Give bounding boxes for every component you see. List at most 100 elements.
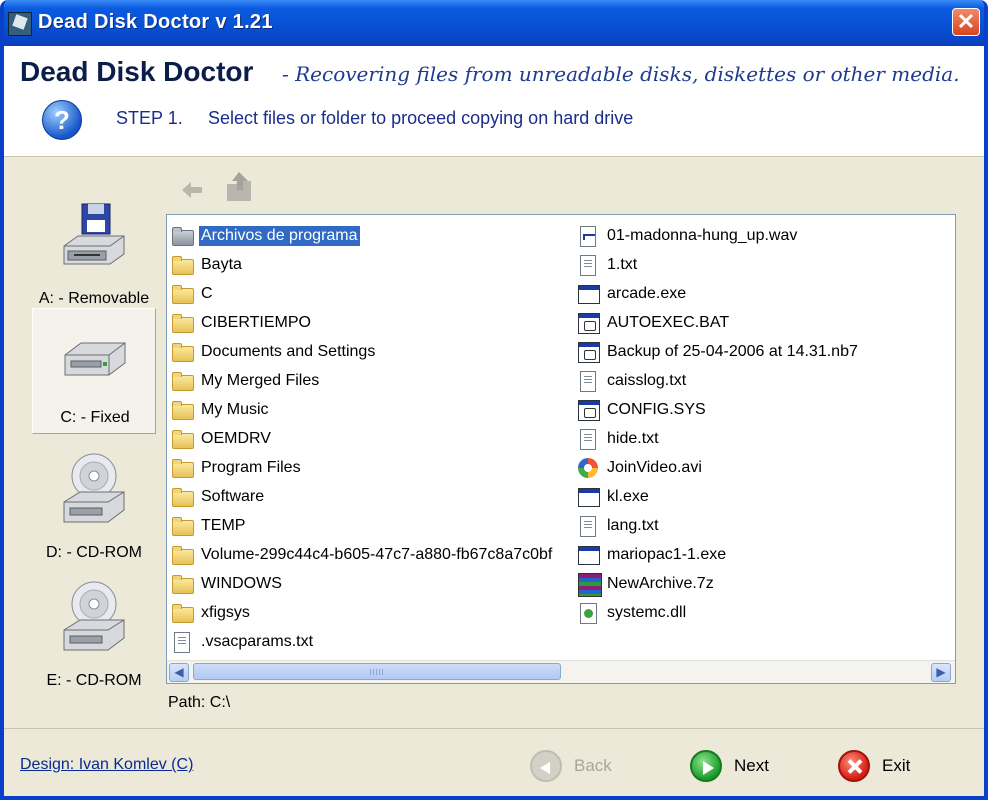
drive-e-cdrom[interactable]: E: - CD-ROM — [32, 572, 156, 698]
folder-icon — [171, 515, 194, 537]
file-name: .vsacparams.txt — [201, 632, 314, 650]
file-list-item[interactable]: CIBERTIEMPO — [171, 308, 554, 337]
file-name: My Merged Files — [201, 371, 320, 389]
drive-c-fixed[interactable]: C: - Fixed — [32, 308, 156, 434]
file-name: JoinVideo.avi — [607, 458, 702, 476]
file-list-item[interactable]: Documents and Settings — [171, 337, 554, 366]
file-list-item[interactable]: lang.txt — [577, 511, 860, 540]
file-list-item[interactable]: caisslog.txt — [577, 366, 860, 395]
back-button[interactable]: Back — [530, 748, 612, 784]
close-button[interactable]: ✕ — [952, 8, 980, 36]
exit-icon — [838, 750, 870, 782]
file-name: 01-madonna-hung_up.wav — [607, 226, 798, 244]
file-list-item[interactable]: hide.txt — [577, 424, 860, 453]
file-list-item[interactable]: systemc.dll — [577, 598, 860, 627]
system-file-icon — [577, 312, 600, 334]
file-name: 1.txt — [607, 255, 638, 273]
file-list-item[interactable]: Program Files — [171, 453, 554, 482]
folder-icon — [171, 486, 194, 508]
folder-icon — [171, 457, 194, 479]
file-name: NewArchive.7z — [607, 574, 714, 592]
folder-icon — [171, 341, 194, 363]
file-list-column-1: Archivos de programa Bayta C CIBERTIEMPO Doc… — [171, 221, 554, 656]
step-label: STEP 1. — [116, 108, 183, 128]
executable-file-icon — [577, 283, 600, 305]
file-name: Documents and Settings — [201, 342, 376, 360]
file-list-item[interactable]: NewArchive.7z — [577, 569, 860, 598]
cdrom-drive-icon — [63, 581, 125, 651]
file-list-item[interactable]: JoinVideo.avi — [577, 453, 860, 482]
title-bar[interactable]: Dead Disk Doctor v 1.21 ✕ — [4, 0, 984, 46]
back-icon — [530, 750, 562, 782]
up-folder-icon[interactable] — [224, 170, 254, 204]
file-list[interactable]: Archivos de programa Bayta C CIBERTIEMPO Doc… — [166, 214, 956, 684]
file-name: CONFIG.SYS — [607, 400, 706, 418]
file-list-column-2: 01-madonna-hung_up.wav 1.txt arcade.exe AUT… — [577, 221, 860, 627]
file-name: kl.exe — [607, 487, 649, 505]
next-label: Next — [734, 756, 769, 775]
folder-icon — [171, 399, 194, 421]
next-button[interactable]: Next — [690, 748, 769, 784]
drive-label: E: - CD-ROM — [46, 672, 142, 689]
file-list-item[interactable]: OEMDRV — [171, 424, 554, 453]
file-name: My Music — [201, 400, 269, 418]
file-name: lang.txt — [607, 516, 659, 534]
file-name: hide.txt — [607, 429, 659, 447]
drive-d-cdrom[interactable]: D: - CD-ROM — [32, 444, 156, 570]
exit-button[interactable]: Exit — [838, 748, 910, 784]
scroll-right-button[interactable]: ▶ — [931, 663, 951, 682]
header-panel: Dead Disk Doctor - Recovering files from… — [4, 46, 984, 157]
text-file-icon — [171, 631, 193, 653]
file-list-item[interactable]: Software — [171, 482, 554, 511]
footer-divider — [4, 728, 984, 729]
file-name: Backup of 25-04-2006 at 14.31.nb7 — [607, 342, 858, 360]
scroll-left-button[interactable]: ◀ — [169, 663, 189, 682]
file-list-item[interactable]: WINDOWS — [171, 569, 554, 598]
design-credit-link[interactable]: Design: Ivan Komlev (C) — [20, 756, 193, 774]
drive-a-removable[interactable]: A: - Removable — [32, 190, 156, 316]
text-file-icon — [577, 428, 599, 450]
file-list-item[interactable]: 01-madonna-hung_up.wav — [577, 221, 860, 250]
file-list-item[interactable]: arcade.exe — [577, 279, 860, 308]
file-name: AUTOEXEC.BAT — [607, 313, 730, 331]
window-title: Dead Disk Doctor v 1.21 — [38, 11, 273, 33]
file-name: mariopac1-1.exe — [607, 545, 727, 563]
file-list-item[interactable]: My Music — [171, 395, 554, 424]
file-list-item[interactable]: TEMP — [171, 511, 554, 540]
file-list-item[interactable]: CONFIG.SYS — [577, 395, 860, 424]
file-list-item[interactable]: 1.txt — [577, 250, 860, 279]
back-label: Back — [574, 756, 612, 775]
file-list-item[interactable]: kl.exe — [577, 482, 860, 511]
file-name: C — [201, 284, 213, 302]
current-path: Path: C:\ — [168, 694, 231, 711]
file-list-item[interactable]: My Merged Files — [171, 366, 554, 395]
file-list-item[interactable]: Archivos de programa — [171, 221, 554, 250]
file-name: Software — [201, 487, 265, 505]
exit-label: Exit — [882, 756, 911, 775]
help-icon[interactable]: ? — [42, 100, 82, 140]
file-name: Archivos de programa — [199, 225, 360, 246]
folder-icon — [171, 573, 194, 595]
drive-label: D: - CD-ROM — [46, 544, 142, 561]
file-list-item[interactable]: xfigsys — [171, 598, 554, 627]
drive-label: C: - Fixed — [60, 409, 130, 426]
text-file-icon — [577, 515, 599, 537]
file-list-item[interactable]: AUTOEXEC.BAT — [577, 308, 860, 337]
system-file-icon — [577, 399, 600, 421]
file-list-item[interactable]: Volume-299c44c4-b605-47c7-a880-fb67c8a7c… — [171, 540, 554, 569]
folder-icon — [171, 370, 194, 392]
file-list-item[interactable]: mariopac1-1.exe — [577, 540, 860, 569]
file-name: TEMP — [201, 516, 246, 534]
file-list-item[interactable]: C — [171, 279, 554, 308]
cdrom-drive-icon — [63, 453, 125, 523]
back-arrow-icon[interactable] — [180, 180, 204, 200]
executable-file-icon — [577, 544, 600, 566]
file-list-item[interactable]: Backup of 25-04-2006 at 14.31.nb7 — [577, 337, 860, 366]
file-list-item[interactable]: .vsacparams.txt — [171, 627, 554, 656]
scrollbar-thumb[interactable] — [193, 663, 561, 680]
horizontal-scrollbar[interactable]: ◀ ▶ — [167, 660, 955, 683]
next-icon — [690, 750, 722, 782]
app-name: Dead Disk Doctor — [20, 56, 254, 87]
app-window: Dead Disk Doctor v 1.21 ✕ Dead Disk Doct… — [0, 0, 988, 800]
file-list-item[interactable]: Bayta — [171, 250, 554, 279]
